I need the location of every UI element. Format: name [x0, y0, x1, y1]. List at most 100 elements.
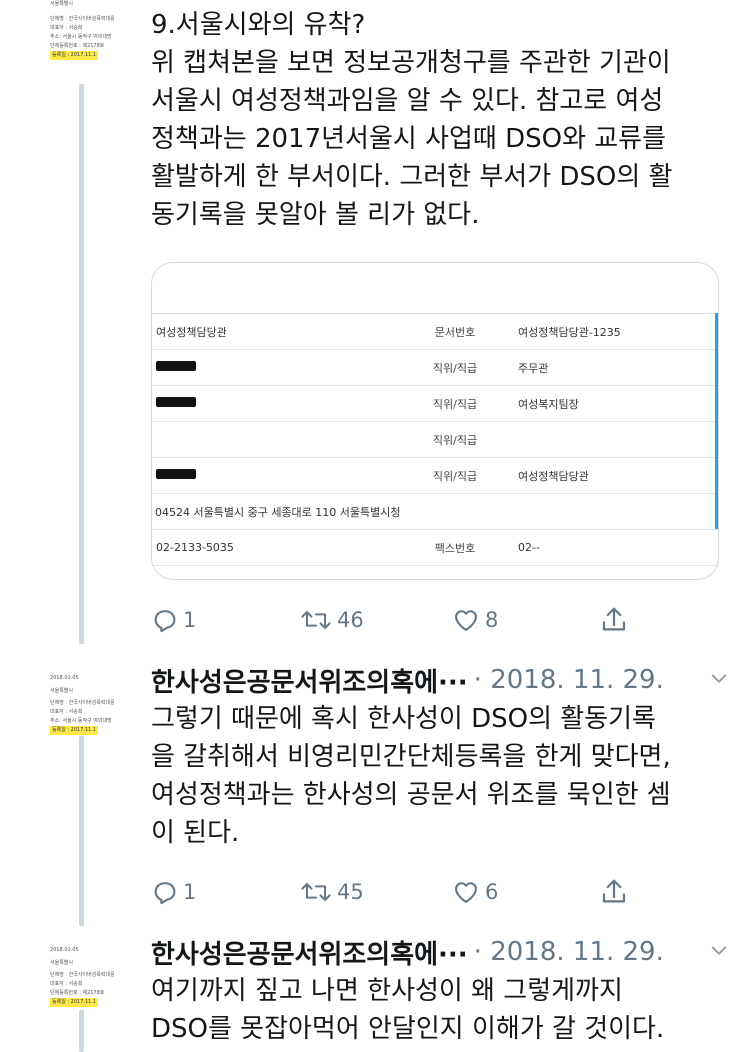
heart-icon	[455, 882, 477, 903]
table-row: 04524 서울특별시 중구 세종대로 110 서울특별시청	[152, 493, 718, 530]
avatar-highlight: 등록일 : 2017.11.1	[50, 51, 99, 60]
avatar-date: 2018.01.05	[50, 947, 79, 953]
reply-count: 1	[183, 608, 197, 632]
like-button[interactable]: 8	[451, 606, 498, 634]
avatar-highlight: 등록일 : 2017.11.1	[50, 998, 99, 1007]
avatar-text: 단체명 : 한국사이버성폭력대응	[50, 972, 114, 978]
redaction-mark	[156, 469, 196, 479]
avatar-text: 서울특별시	[50, 960, 74, 966]
more-button[interactable]	[707, 667, 731, 694]
table-cell	[152, 385, 396, 422]
table-cell: 직위/직급	[396, 421, 514, 458]
share-button[interactable]	[599, 605, 629, 635]
more-button[interactable]	[707, 939, 731, 966]
avatar-text: 서울특별시	[50, 688, 74, 694]
table-cell	[152, 349, 396, 386]
table-cell: 여성정책담당관	[514, 457, 718, 494]
thread-line	[79, 736, 84, 926]
retweet-button[interactable]: 45	[299, 878, 364, 906]
table-row: 02-2133-5035 팩스번호 02--	[152, 529, 718, 566]
chevron-down-icon	[711, 945, 727, 955]
table-cell: 직위/직급	[396, 349, 514, 386]
thread-line	[79, 84, 84, 644]
like-count: 6	[485, 880, 499, 904]
tweet-line: 9.서울시와의 유착?	[151, 10, 366, 40]
tweet-date[interactable]: · 2018. 11. 29.	[474, 665, 664, 695]
retweet-icon	[301, 883, 331, 901]
tweet-line: 서울시 여성정책과임을 알 수 있다. 참고로 여성	[151, 86, 664, 116]
avatar-text: 대표자 : 서승희	[50, 981, 83, 987]
avatar-text: 단체등록번호 : 제2178호	[50, 43, 105, 49]
table-cell: 여성복지팀장	[514, 385, 718, 422]
table-cell	[152, 457, 396, 494]
tweet-line: 여성정책과는 한사성의 공문서 위조를 묵인한 셈	[151, 780, 671, 810]
phone-cell: 02-2133-5035	[152, 529, 396, 566]
avatar-text: 단체명 : 한국사이버성폭력대응	[50, 16, 114, 22]
tweet-line: 활발하게 한 부서이다. 그러한 부서가 DSO의 활	[151, 162, 673, 192]
avatar-text: 단체등록번호 : 제2178호	[50, 990, 105, 996]
reply-count: 1	[183, 880, 197, 904]
fax-cell: 02--	[514, 529, 718, 566]
like-button[interactable]: 6	[451, 878, 498, 906]
avatar[interactable]: 서울특별시 단체명 : 한국사이버성폭력대응 대표자 : 서승희 주소: 서울시…	[50, 0, 114, 64]
tweet-text: 9.서울시와의 유착? 위 캡쳐본을 보면 정보공개청구를 주관한 기관이 서울…	[151, 6, 731, 234]
tweet-line: 이 된다.	[151, 818, 240, 848]
address-cell: 04524 서울특별시 중구 세종대로 110 서울특별시청	[152, 493, 718, 530]
reply-button[interactable]: 1	[151, 878, 196, 906]
table-row: 직위/직급 여성복지팀장	[152, 385, 718, 422]
avatar-text: 대표자 : 서승희	[50, 709, 83, 715]
table-cell	[514, 421, 718, 458]
reply-button[interactable]: 1	[151, 606, 196, 634]
document-top-bar	[152, 263, 718, 314]
avatar-text: 주소: 서울시 동작구 여의대방	[50, 34, 112, 40]
attached-image[interactable]: 여성정책담당관 문서번호 여성정책담당관-1235 직위/직급 주무관 직위/직…	[151, 262, 719, 580]
retweet-count: 45	[337, 880, 364, 904]
reply-icon	[154, 882, 176, 905]
thread-line	[79, 1010, 84, 1052]
avatar-highlight: 등록일 : 2017.11.1	[50, 726, 99, 735]
fax-label-cell: 팩스번호	[396, 529, 514, 566]
retweet-button[interactable]: 46	[299, 606, 364, 634]
table-cell: 문서번호	[396, 314, 514, 350]
retweet-icon	[301, 611, 331, 629]
table-cell: 주무관	[514, 349, 718, 386]
document-table: 여성정책담당관 문서번호 여성정책담당관-1235 직위/직급 주무관 직위/직…	[152, 314, 718, 579]
tweet-line: 위 캡쳐본을 보면 정보공개청구를 주관한 기관이	[151, 48, 671, 78]
tweet-line: 동기록을 못알아 볼 리가 없다.	[151, 200, 480, 230]
tweet-line: 정책과는 2017년서울시 사업때 DSO와 교류를	[151, 124, 667, 154]
tweet-line: 을 갈취해서 비영리민간단체등록을 한게 맞다면,	[151, 742, 671, 772]
chevron-down-icon	[711, 673, 727, 683]
redaction-mark	[156, 397, 196, 407]
share-icon	[602, 879, 626, 903]
table-row: 여성정책담당관 문서번호 여성정책담당관-1235	[152, 314, 718, 350]
redaction-mark	[156, 361, 196, 371]
table-cell: 여성정책담당관	[152, 314, 396, 350]
avatar[interactable]: 2018.01.05 서울특별시 단체명 : 한국사이버성폭력대응 대표자 : …	[50, 674, 114, 736]
avatar-text: 대표자 : 서승희	[50, 25, 83, 31]
table-row: seoulyouth@seoul.go.kr	[152, 566, 718, 579]
share-icon	[602, 607, 626, 631]
author-name[interactable]: 한사성은공문서위조의혹에···	[151, 662, 468, 699]
author-name[interactable]: 한사성은공문서위조의혹에···	[151, 934, 468, 971]
tweet-date[interactable]: · 2018. 11. 29.	[474, 937, 664, 967]
table-cell	[152, 421, 396, 458]
tweet-line: DSO를 못잡아먹어 안달인지 이해가 갈 것이다.	[151, 1014, 665, 1044]
table-row: 직위/직급 여성정책담당관	[152, 457, 718, 494]
avatar-date: 2018.01.05	[50, 675, 79, 681]
tweet-line: 여기까지 짚고 나면 한사성이 왜 그렇게까지	[151, 976, 623, 1006]
table-row: 직위/직급 주무관	[152, 349, 718, 386]
avatar-text: 서울특별시	[50, 1, 74, 7]
share-button[interactable]	[599, 877, 629, 907]
reply-icon	[154, 610, 176, 633]
email-cell: seoulyouth@seoul.go.kr	[152, 566, 718, 579]
retweet-count: 46	[337, 608, 364, 632]
avatar[interactable]: 2018.01.05 서울특별시 단체명 : 한국사이버성폭력대응 대표자 : …	[50, 946, 114, 1008]
document-edge	[715, 313, 718, 529]
table-cell: 직위/직급	[396, 457, 514, 494]
table-cell: 여성정책담당관-1235	[514, 314, 718, 350]
tweet-actions: 1 45 6	[151, 872, 631, 912]
like-count: 8	[485, 608, 499, 632]
tweet-text: 여기까지 짚고 나면 한사성이 왜 그렇게까지 DSO를 못잡아먹어 안달인지 …	[151, 972, 731, 1048]
tweet-actions: 1 46 8	[151, 600, 631, 640]
table-cell: 직위/직급	[396, 385, 514, 422]
